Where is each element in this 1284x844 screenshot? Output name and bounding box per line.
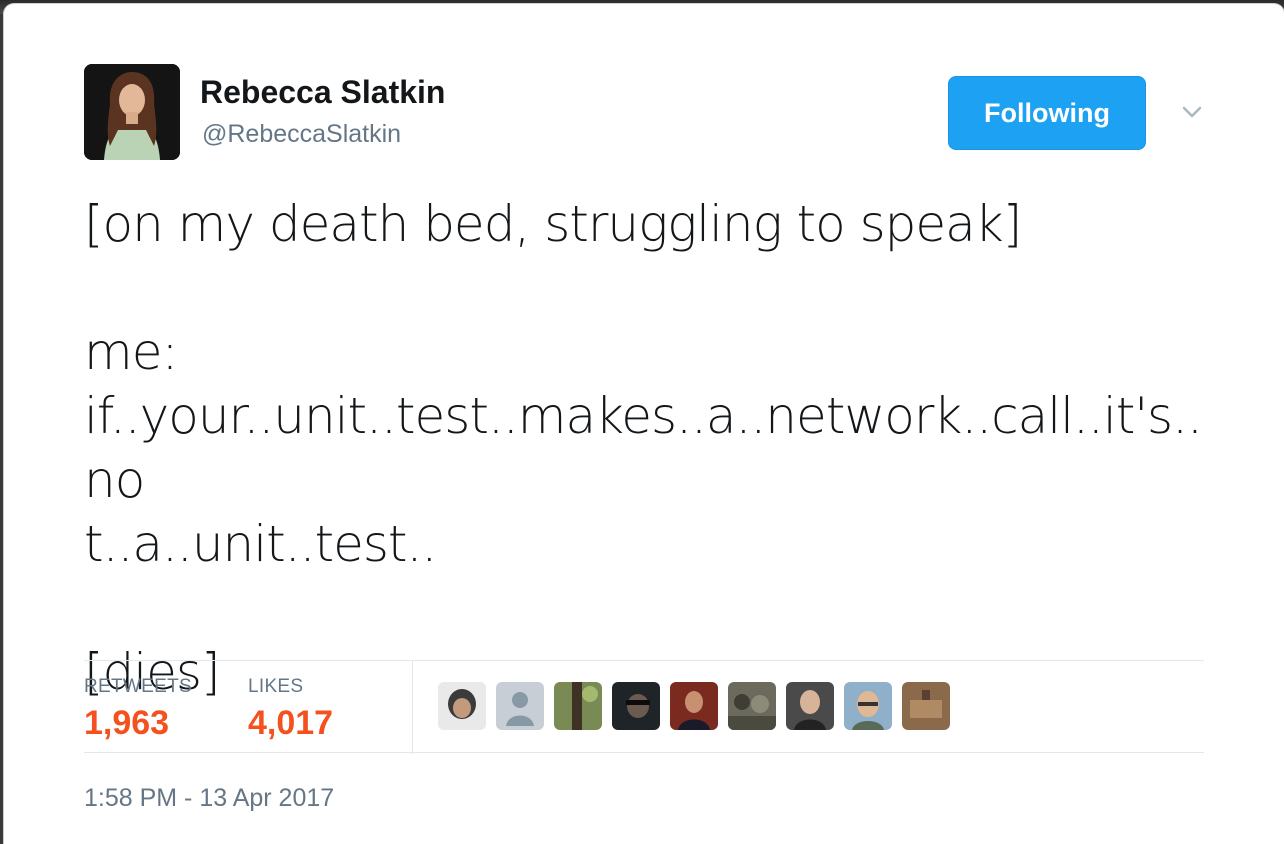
liker-avatar[interactable] — [612, 682, 660, 730]
avatar-photo — [84, 64, 180, 160]
tweet-text: [on my death bed, struggling to speak] m… — [84, 192, 1214, 704]
liker-avatar[interactable] — [902, 682, 950, 730]
likes-label[interactable]: LIKES — [248, 676, 303, 698]
likes-count[interactable]: 4,017 — [248, 704, 333, 743]
liker-avatar[interactable] — [438, 682, 486, 730]
tweet-line: if..your..unit..test..makes..a..network.… — [84, 387, 1203, 509]
stats-bottom-divider — [84, 752, 1204, 753]
liker-avatar[interactable] — [786, 682, 834, 730]
stats-top-divider — [84, 660, 1204, 661]
tweet-line: [on my death bed, struggling to speak] — [84, 195, 1022, 253]
author-handle[interactable]: @RebeccaSlatkin — [202, 120, 401, 149]
stats-vertical-divider — [412, 660, 413, 754]
retweets-count[interactable]: 1,963 — [84, 704, 169, 743]
retweets-label[interactable]: RETWEETS — [84, 676, 192, 698]
liker-avatars — [438, 682, 950, 730]
tweet-line: me: — [84, 323, 178, 381]
liker-avatar[interactable] — [670, 682, 718, 730]
tweet-line: t..a..unit..test.. — [84, 515, 437, 573]
liker-avatar[interactable] — [554, 682, 602, 730]
author-name[interactable]: Rebecca Slatkin — [200, 74, 445, 111]
liker-avatar[interactable] — [844, 682, 892, 730]
tweet-timestamp[interactable]: 1:58 PM - 13 Apr 2017 — [84, 784, 334, 813]
liker-avatar[interactable] — [728, 682, 776, 730]
following-button[interactable]: Following — [948, 76, 1146, 150]
default-profile-icon[interactable] — [496, 682, 544, 730]
author-avatar[interactable] — [84, 64, 180, 160]
tweet-card: Rebecca Slatkin @RebeccaSlatkin Followin… — [4, 4, 1284, 844]
chevron-down-icon[interactable] — [1180, 100, 1204, 124]
